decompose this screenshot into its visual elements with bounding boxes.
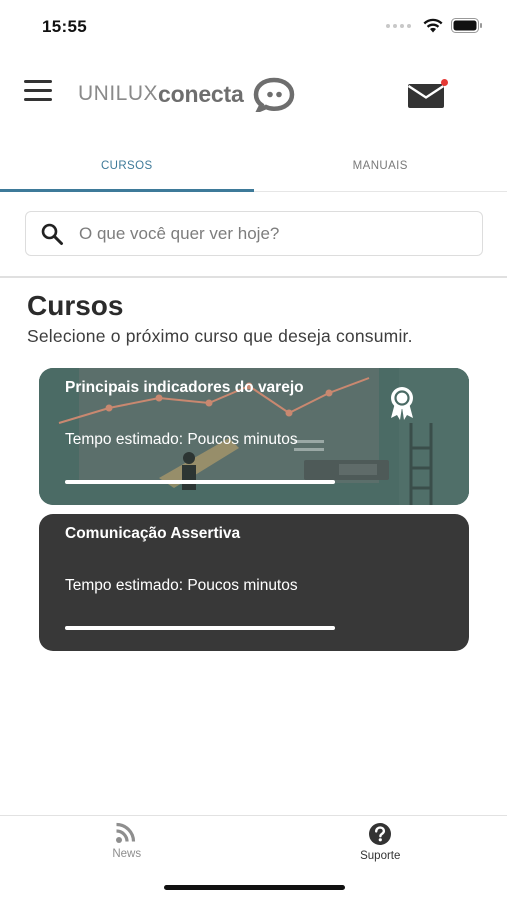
logo-mark-icon xyxy=(253,77,294,112)
cellular-signal-icon xyxy=(386,23,411,28)
search-icon xyxy=(41,223,63,245)
mail-button[interactable] xyxy=(407,79,448,110)
tab-bar: CURSOS MANUAIS xyxy=(0,140,507,192)
wifi-icon xyxy=(423,18,443,33)
tab-manuais[interactable]: MANUAIS xyxy=(254,140,507,191)
course-estimated-time: Tempo estimado: Poucos minutos xyxy=(65,577,298,594)
logo-text-bold: conecta xyxy=(158,80,244,107)
course-progress-bar xyxy=(65,626,335,630)
search-input[interactable] xyxy=(79,223,459,244)
course-estimated-time: Tempo estimado: Poucos minutos xyxy=(65,431,298,448)
help-circle-icon xyxy=(369,823,392,845)
home-indicator xyxy=(164,885,345,890)
search-box xyxy=(25,211,483,256)
logo-text-light: UNILUX xyxy=(78,82,159,105)
course-title: Comunicação Assertiva xyxy=(65,525,241,542)
status-bar: 15:55 xyxy=(0,0,507,56)
page-subtitle: Selecione o próximo curso que deseja con… xyxy=(27,326,413,346)
nav-label-suporte: Suporte xyxy=(360,850,401,862)
award-badge-icon xyxy=(391,387,413,420)
course-card[interactable]: Comunicação Assertiva Tempo estimado: Po… xyxy=(39,514,469,651)
status-time: 15:55 xyxy=(42,17,87,36)
course-card[interactable]: Principais indicadores do varejo Tempo e… xyxy=(39,368,469,505)
rss-icon xyxy=(115,822,135,843)
battery-icon xyxy=(451,18,482,33)
app-header: UNILUX conecta xyxy=(0,62,507,126)
nav-label-news: News xyxy=(112,848,142,860)
bottom-navigation: News Suporte xyxy=(0,815,507,875)
nav-item-suporte[interactable]: Suporte xyxy=(254,816,507,875)
nav-item-news[interactable]: News xyxy=(0,816,254,875)
course-title: Principais indicadores do varejo xyxy=(65,379,304,396)
course-progress-fill xyxy=(65,480,335,484)
unread-notification-dot xyxy=(441,79,448,86)
status-icons xyxy=(386,18,483,33)
hamburger-menu-button[interactable] xyxy=(24,80,52,104)
course-progress-fill xyxy=(65,626,335,630)
app-logo: UNILUX conecta xyxy=(78,76,298,112)
course-progress-bar xyxy=(65,480,335,484)
tab-cursos[interactable]: CURSOS xyxy=(0,140,254,192)
search-area xyxy=(0,192,507,278)
page-title: Cursos xyxy=(27,290,124,321)
